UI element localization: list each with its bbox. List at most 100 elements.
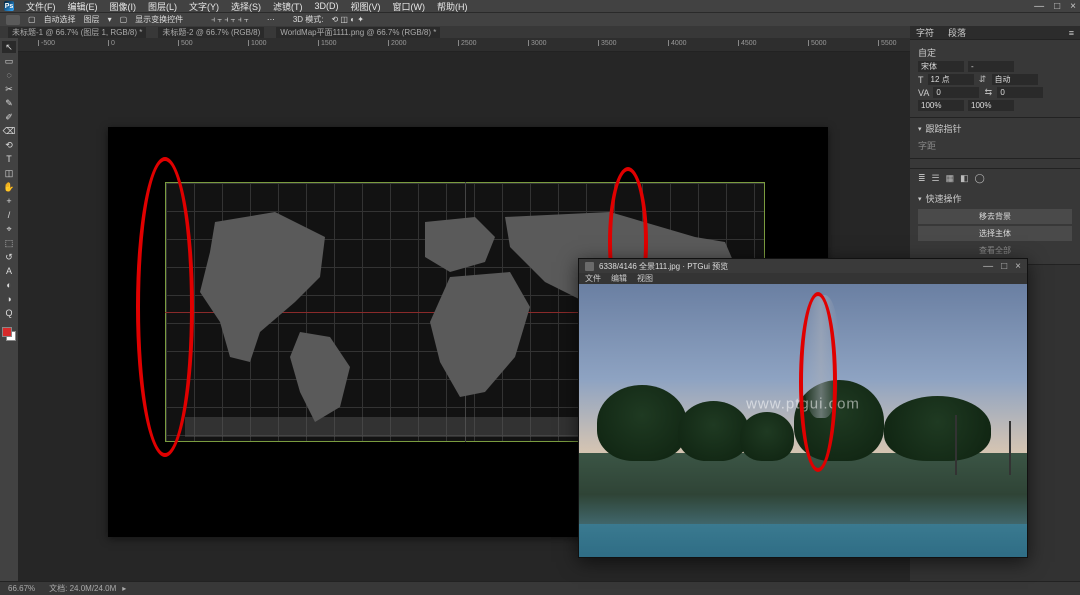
- window-maximize-button[interactable]: □: [1054, 1, 1060, 12]
- tracking-link-icon[interactable]: ⇆: [983, 88, 993, 98]
- preview-close-button[interactable]: ×: [1015, 261, 1021, 272]
- dodge-tool[interactable]: ◐: [2, 279, 16, 291]
- foreground-color[interactable]: [2, 327, 12, 337]
- select-subject-button[interactable]: 选择主体: [918, 226, 1072, 241]
- panel-tab-character[interactable]: 字符: [916, 26, 934, 39]
- tracking-input[interactable]: [997, 87, 1043, 98]
- hand-tool[interactable]: ✋: [2, 181, 16, 193]
- tracking-section-title[interactable]: 跟踪指针: [918, 122, 1072, 135]
- menu-layer[interactable]: 图层(L): [148, 0, 177, 13]
- mode-3d-label: 3D 模式:: [293, 14, 324, 25]
- size-link-icon[interactable]: ⇵: [978, 75, 988, 85]
- autoselect-checkbox[interactable]: ▢: [28, 15, 36, 24]
- crop-tool[interactable]: ✂: [2, 83, 16, 95]
- grid-icon[interactable]: ▦: [946, 173, 955, 184]
- preview-menu-view[interactable]: 视图: [637, 273, 653, 284]
- preview-titlebar[interactable]: 6338/4146 全景111.jpg · PTGui 预览 — □ ×: [579, 259, 1027, 273]
- lasso-tool[interactable]: ◌: [2, 69, 16, 81]
- burn-tool[interactable]: ◑: [2, 293, 16, 305]
- view-all-button[interactable]: 查看全部: [918, 243, 1072, 258]
- font-family-input[interactable]: [918, 61, 964, 72]
- quick-actions-title[interactable]: 快速操作: [918, 192, 1072, 205]
- list-icon[interactable]: ☰: [932, 173, 940, 184]
- color-icon[interactable]: ◧: [960, 173, 969, 184]
- menu-bar: Ps 文件(F) 编辑(E) 图像(I) 图层(L) 文字(Y) 选择(S) 滤…: [0, 0, 1080, 12]
- pen-tool[interactable]: +: [2, 195, 16, 207]
- doc-tab-3[interactable]: WorldMap平面1111.png @ 66.7% (RGB/8) *: [276, 27, 440, 38]
- character-panel: 自定 T ⇵ VA ⇆: [910, 40, 1080, 118]
- move-tool[interactable]: ↖: [2, 41, 16, 53]
- kerning-input[interactable]: [933, 87, 979, 98]
- preview-app-icon: [585, 262, 594, 271]
- show-transform-label: 显示变换控件: [135, 14, 183, 25]
- autoselect-label: 自动选择: [44, 14, 76, 25]
- remove-bg-button[interactable]: 移去背景: [918, 209, 1072, 224]
- panel-tab-paragraph[interactable]: 段落: [948, 26, 966, 39]
- color-swatch[interactable]: [2, 327, 16, 341]
- rotate-tool[interactable]: ↺: [2, 251, 16, 263]
- menu-3d[interactable]: 3D(D): [315, 1, 339, 11]
- font-style-input[interactable]: [968, 61, 1014, 72]
- chevron-right-icon[interactable]: ▸: [122, 584, 126, 593]
- brush-tool[interactable]: ✐: [2, 111, 16, 123]
- preview-maximize-button[interactable]: □: [1001, 261, 1007, 272]
- annotation-circle-seam: [799, 292, 837, 472]
- menu-file[interactable]: 文件(F): [26, 0, 56, 13]
- kerning-label: VA: [918, 88, 929, 98]
- menu-filter[interactable]: 滤镜(T): [273, 0, 303, 13]
- preview-title: 6338/4146 全景111.jpg · PTGui 预览: [599, 261, 728, 272]
- toolbox: ↖ ▭ ◌ ✂ ✎ ✐ ⌫ ⟲ T ◫ ✋ + / ⌖ ⬚ ↺ A ◐ ◑ Q: [0, 38, 18, 581]
- path-tool[interactable]: ⌖: [2, 223, 16, 235]
- preview-viewport[interactable]: www.ptgui.com: [579, 284, 1027, 557]
- preview-menubar: 文件 编辑 视图: [579, 273, 1027, 284]
- menu-type[interactable]: 文字(Y): [189, 0, 219, 13]
- doc-tab-1[interactable]: 未标题-1 @ 66.7% (图层 1, RGB/8) *: [8, 27, 146, 38]
- menu-select[interactable]: 选择(S): [231, 0, 261, 13]
- window-minimize-button[interactable]: —: [1034, 1, 1044, 12]
- preview-menu-file[interactable]: 文件: [585, 273, 601, 284]
- leading-input[interactable]: [992, 74, 1038, 85]
- menu-view[interactable]: 视图(V): [351, 0, 381, 13]
- type-tool[interactable]: T: [2, 153, 16, 165]
- annotation-circle-left: [136, 157, 194, 457]
- tree-graphic: [678, 401, 750, 461]
- tree-graphic: [597, 385, 687, 461]
- rect-tool[interactable]: ⬚: [2, 237, 16, 249]
- quickmask-tool[interactable]: Q: [2, 307, 16, 319]
- shape-tool[interactable]: ◫: [2, 167, 16, 179]
- panel-menu-icon[interactable]: ≡: [1069, 28, 1074, 38]
- lamp-post: [955, 415, 957, 475]
- tree-graphic: [740, 412, 794, 461]
- current-tool-icon[interactable]: [6, 15, 20, 25]
- preview-minimize-button[interactable]: —: [983, 261, 993, 272]
- vscale-input[interactable]: [918, 100, 964, 111]
- doc-tab-2[interactable]: 未标题-2 @ 66.7% (RGB/8): [158, 27, 264, 38]
- preview-menu-edit[interactable]: 编辑: [611, 273, 627, 284]
- menu-help[interactable]: 帮助(H): [437, 0, 468, 13]
- circle-icon[interactable]: ◯: [975, 173, 985, 184]
- note-tool[interactable]: A: [2, 265, 16, 277]
- align-icon[interactable]: ≣: [918, 173, 926, 184]
- menu-image[interactable]: 图像(I): [110, 0, 137, 13]
- eraser-tool[interactable]: ⌫: [2, 125, 16, 137]
- window-close-button[interactable]: ×: [1070, 1, 1076, 12]
- tracking-section-kerning: 字距: [918, 139, 1072, 152]
- font-size-input[interactable]: [928, 74, 974, 85]
- options-bar: ▢ 自动选择 图层 ▾ ▢ 显示变换控件 ⫞ ⫟ ⫞ ⫟ ⫞ ⫟ ⋯ 3D 模式…: [0, 12, 1080, 26]
- doc-info[interactable]: 文档: 24.0M/24.0M: [49, 583, 116, 594]
- menu-window[interactable]: 窗口(W): [393, 0, 426, 13]
- font-size-label: T: [918, 75, 924, 85]
- eyedropper-tool[interactable]: ✎: [2, 97, 16, 109]
- zoom-label[interactable]: 66.67%: [8, 584, 35, 593]
- layer-dropdown[interactable]: 图层: [84, 14, 100, 25]
- bottom-icon-strip: ≣ ☰ ▦ ◧ ◯: [910, 169, 1080, 188]
- show-transform-checkbox[interactable]: ▢: [120, 15, 128, 24]
- hscale-input[interactable]: [968, 100, 1014, 111]
- horizontal-ruler[interactable]: -500 0 500 1000 1500 2000 2500 3000 3500…: [18, 38, 910, 52]
- gradient-tool[interactable]: /: [2, 209, 16, 221]
- marquee-tool[interactable]: ▭: [2, 55, 16, 67]
- preview-window[interactable]: 6338/4146 全景111.jpg · PTGui 预览 — □ × 文件 …: [578, 258, 1028, 558]
- font-preset[interactable]: 自定: [918, 46, 936, 59]
- menu-edit[interactable]: 编辑(E): [68, 0, 98, 13]
- clone-tool[interactable]: ⟲: [2, 139, 16, 151]
